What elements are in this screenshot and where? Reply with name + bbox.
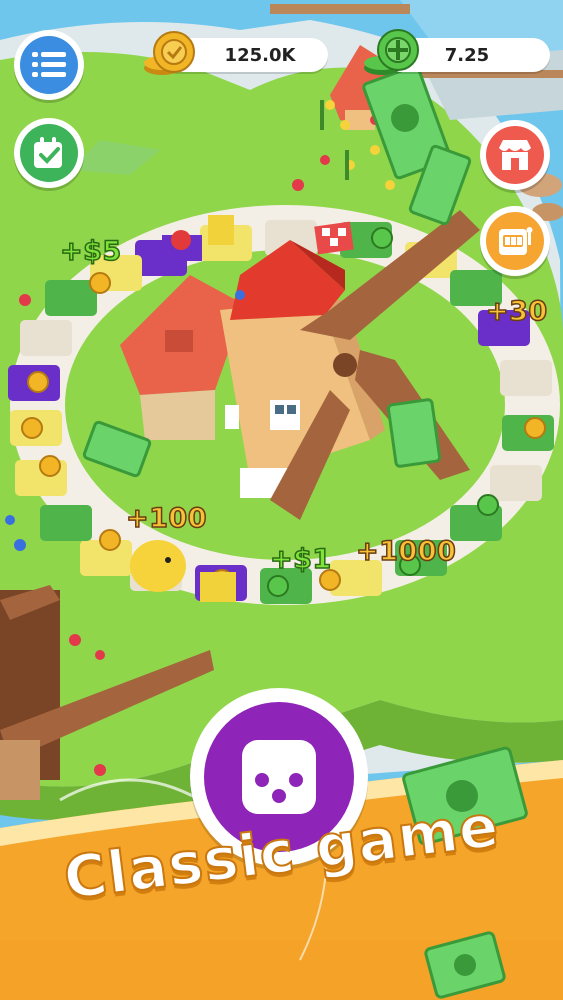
reward-label: +1000 [355, 535, 457, 568]
slot-machine-icon [499, 227, 533, 255]
slot-machine-button[interactable] [480, 206, 550, 276]
menu-list-icon [32, 52, 66, 77]
chick-token [130, 540, 186, 592]
shop-icon [499, 140, 531, 170]
menu-button[interactable] [14, 30, 84, 100]
cash-stack-icon [364, 29, 419, 75]
calendar-check-icon [34, 137, 62, 168]
shop-button[interactable] [480, 120, 550, 190]
daily-calendar-button[interactable] [14, 118, 84, 188]
cash-counter-value: 7.25 [444, 44, 490, 66]
gold-coin-icon [144, 31, 195, 75]
coin-counter-value: 125.0K [224, 44, 296, 66]
reward-label: +$5 [59, 235, 122, 268]
reward-label: +30 [485, 295, 548, 328]
dice-icon [242, 740, 316, 814]
reward-label: +$1 [269, 543, 332, 576]
reward-label: +100 [125, 502, 207, 535]
